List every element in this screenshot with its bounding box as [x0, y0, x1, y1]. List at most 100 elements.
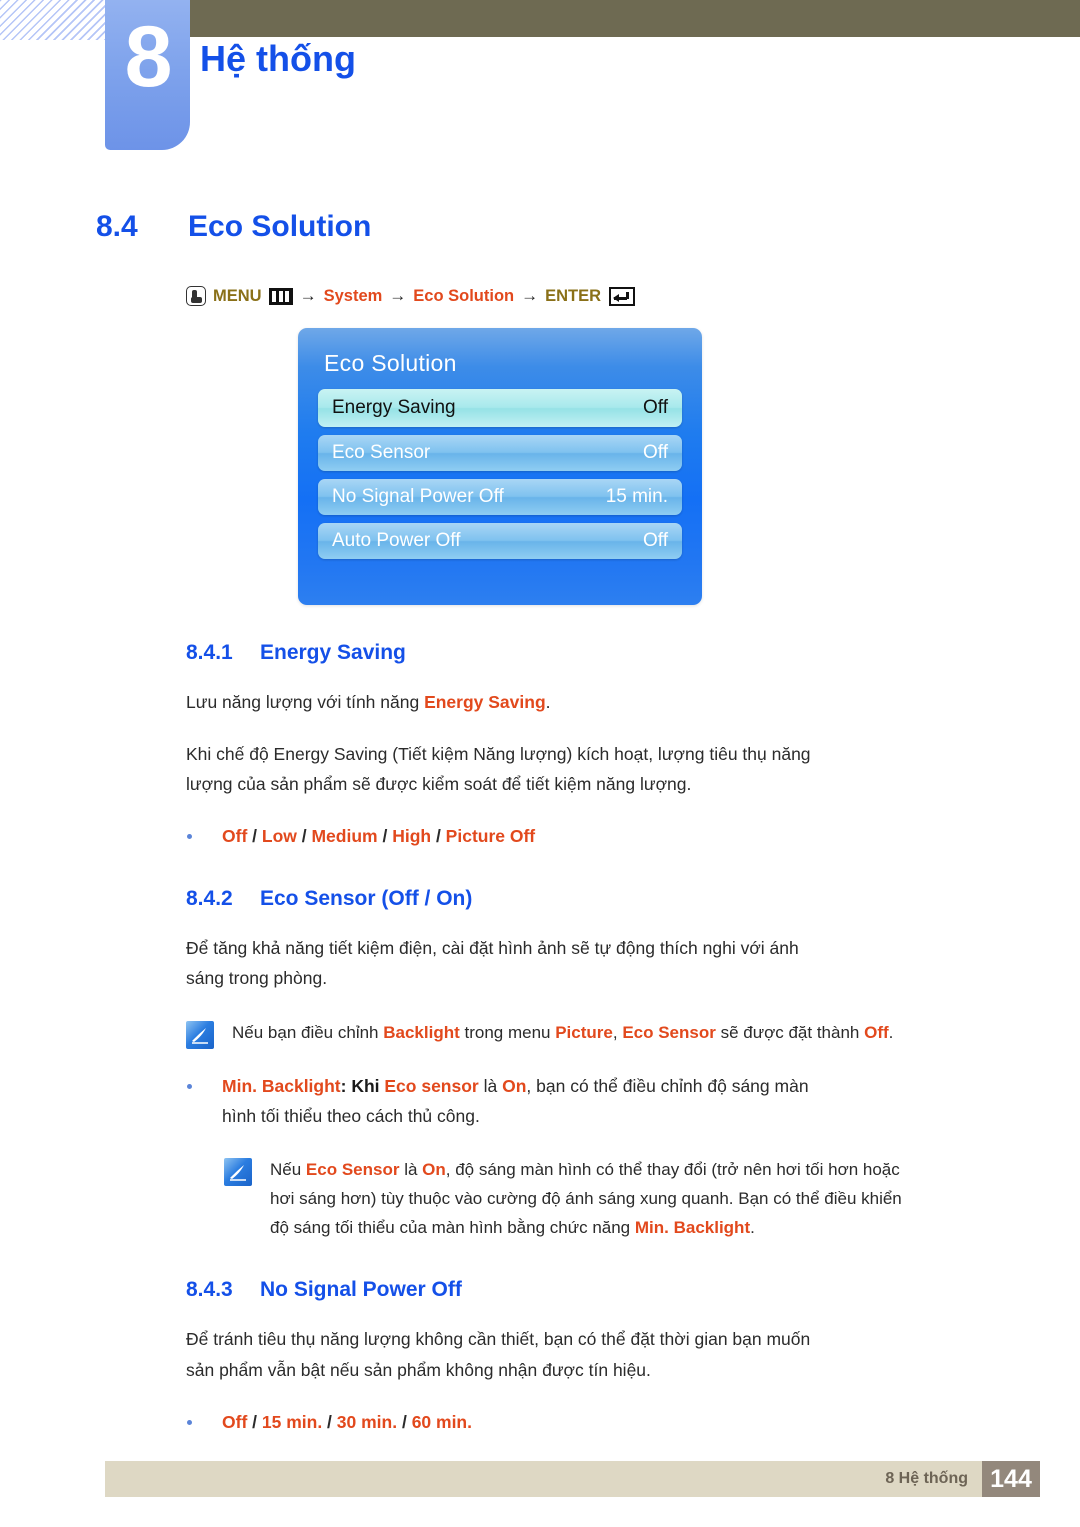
- emphasis-energy-saving: Energy Saving: [424, 692, 546, 712]
- emphasis-eco-sensor: Eco Sensor: [622, 1022, 716, 1042]
- emphasis-min-backlight: Min. Backlight: [634, 1218, 751, 1238]
- text-run: Nếu: [270, 1159, 306, 1179]
- option-60-min: 60 min.: [411, 1411, 472, 1432]
- menu-path-item-eco-solution: Eco Solution: [413, 286, 515, 305]
- menu-path-item-system: System: [323, 286, 383, 305]
- osd-row-value: Off: [643, 442, 668, 463]
- subsection-heading-8-4-3: 8.4.3 No Signal Power Off: [186, 1278, 1000, 1302]
- osd-panel: Eco Solution Energy Saving Off Eco Senso…: [298, 328, 702, 605]
- header-olive-bar: [190, 0, 1080, 37]
- emphasis-min-backlight: Min. Backlight: [222, 1075, 341, 1096]
- emphasis-eco-sensor: Eco sensor: [384, 1075, 479, 1096]
- osd-row-no-signal-power-off[interactable]: No Signal Power Off 15 min.: [318, 479, 682, 515]
- hand-pointer-icon: [186, 286, 206, 306]
- separator: /: [377, 826, 393, 847]
- paragraph-8-4-1-intro: Lưu năng lượng với tính năng Energy Savi…: [186, 687, 814, 717]
- chapter-number: 8: [124, 9, 173, 105]
- osd-row-label: Auto Power Off: [332, 530, 461, 551]
- option-high: High: [392, 826, 432, 847]
- text-run: .: [750, 1218, 755, 1238]
- option-low: Low: [261, 826, 297, 847]
- separator: /: [247, 1411, 262, 1432]
- menu-path-arrow-3: →: [521, 286, 539, 305]
- separator: /: [296, 826, 312, 847]
- osd-row-eco-sensor[interactable]: Eco Sensor Off: [318, 435, 682, 471]
- paragraph-8-4-2-desc: Để tăng khả năng tiết kiệm điện, cài đặt…: [186, 938, 799, 989]
- text-run: sẽ được đặt thành: [715, 1022, 865, 1042]
- text-run: Nếu bạn điều chỉnh: [232, 1022, 384, 1042]
- chapter-title: Hệ thống: [200, 38, 356, 79]
- osd-row-label: Energy Saving: [332, 397, 456, 418]
- paragraph-8-4-3-desc: Để tránh tiêu thụ năng lượng không cần t…: [186, 1329, 811, 1380]
- page-header: 8 Hệ thống: [0, 0, 1080, 160]
- subsection-title: Eco Sensor (Off / On): [260, 887, 473, 911]
- option-30-min: 30 min.: [336, 1411, 398, 1432]
- paragraph-8-4-1-desc: Khi chế độ Energy Saving (Tiết kiệm Năng…: [186, 744, 811, 795]
- page-content: 8.4 Eco Solution MENU → System → Eco Sol…: [0, 210, 1080, 1492]
- option-15-min: 15 min.: [261, 1411, 323, 1432]
- chapter-tab: 8: [105, 0, 190, 150]
- subsection-title: No Signal Power Off: [260, 1278, 462, 1302]
- separator: /: [431, 826, 446, 847]
- bullet-energy-saving-options: Off / Low / Medium / High / Picture Off: [187, 821, 814, 851]
- osd-row-label: Eco Sensor: [332, 442, 431, 463]
- note-pen-icon: [186, 1020, 214, 1049]
- section-title: Eco Solution: [188, 210, 372, 243]
- note-pen-icon: [224, 1157, 252, 1186]
- menu-path-menu-label: MENU: [213, 286, 262, 305]
- osd-row-value: Off: [643, 530, 668, 551]
- subsection-number: 8.4.3: [186, 1278, 233, 1302]
- option-picture-off: Picture Off: [445, 826, 536, 847]
- note-backlight-text: Nếu bạn điều chỉnh Backlight trong menu …: [232, 1018, 893, 1049]
- separator: /: [247, 826, 262, 847]
- subsection-number: 8.4.2: [186, 887, 233, 911]
- menu-path-arrow-2: →: [389, 286, 407, 305]
- hatch-decoration: [0, 0, 106, 40]
- emphasis-on: On: [502, 1075, 527, 1096]
- pen-glyph: [192, 1027, 208, 1044]
- text-run: trong menu: [459, 1022, 556, 1042]
- osd-title: Eco Solution: [324, 350, 457, 376]
- text-run: ,: [612, 1022, 623, 1042]
- footer-chapter-label: 8 Hệ thống: [885, 1470, 968, 1487]
- footer-page-number: 144: [982, 1461, 1040, 1497]
- emphasis-on: On: [422, 1159, 446, 1179]
- menu-bars-icon: [268, 287, 293, 305]
- note-eco-sensor-brightness: Nếu Eco Sensor là On, độ sáng màn hình c…: [224, 1155, 920, 1243]
- menu-path-arrow-1: →: [299, 286, 317, 305]
- osd-row-value: 15 min.: [605, 486, 668, 507]
- text-run: .: [888, 1022, 894, 1042]
- subsection-heading-8-4-1: 8.4.1 Energy Saving: [186, 641, 1000, 665]
- emphasis-off: Off: [864, 1022, 889, 1042]
- pen-glyph: [230, 1164, 246, 1181]
- option-off: Off: [222, 826, 248, 847]
- note-backlight: Nếu bạn điều chỉnh Backlight trong menu …: [186, 1018, 920, 1049]
- text-run: .: [545, 692, 551, 712]
- osd-row-auto-power-off[interactable]: Auto Power Off Off: [318, 523, 682, 559]
- separator: /: [397, 1411, 412, 1432]
- menu-path-enter-label: ENTER: [545, 286, 602, 305]
- note-eco-sensor-text: Nếu Eco Sensor là On, độ sáng màn hình c…: [270, 1155, 920, 1243]
- text-run: là: [399, 1159, 423, 1179]
- text-run: là: [478, 1075, 503, 1096]
- page-footer: 8 Hệ thống 144: [105, 1461, 1040, 1497]
- option-medium: Medium: [311, 826, 378, 847]
- osd-row-value: Off: [643, 397, 668, 418]
- text-run: : Khi: [340, 1075, 385, 1096]
- text-run: Lưu năng lượng với tính năng: [186, 692, 425, 712]
- osd-row-label: No Signal Power Off: [332, 486, 504, 507]
- separator: /: [322, 1411, 337, 1432]
- emphasis-picture: Picture: [555, 1022, 613, 1042]
- menu-path: MENU → System → Eco Solution → ENTER: [186, 286, 1000, 306]
- option-off: Off: [222, 1411, 248, 1432]
- emphasis-backlight: Backlight: [383, 1022, 460, 1042]
- osd-row-energy-saving[interactable]: Energy Saving Off: [318, 389, 682, 427]
- bullet-no-signal-options: Off / 15 min. / 30 min. / 60 min.: [187, 1407, 814, 1437]
- subsection-title: Energy Saving: [260, 641, 406, 664]
- bullet-min-backlight: Min. Backlight: Khi Eco sensor là On, bạ…: [187, 1071, 814, 1131]
- emphasis-eco-sensor: Eco Sensor: [305, 1159, 400, 1179]
- section-heading: 8.4 Eco Solution: [96, 210, 1000, 244]
- subsection-number: 8.4.1: [186, 641, 233, 664]
- enter-key-icon: [609, 286, 636, 306]
- subsection-heading-8-4-2: 8.4.2 Eco Sensor (Off / On): [186, 887, 1000, 911]
